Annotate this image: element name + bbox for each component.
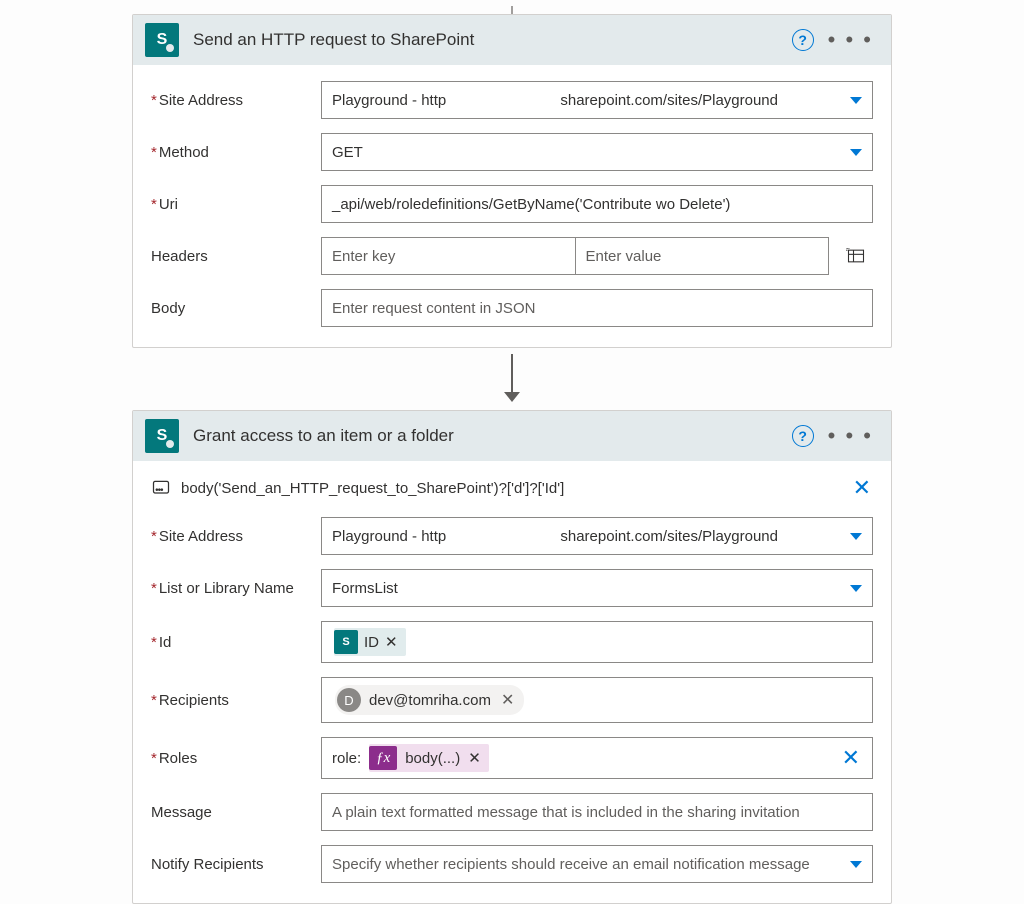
label-roles: *Roles bbox=[151, 750, 321, 767]
action-card-http-request: S Send an HTTP request to SharePoint ? •… bbox=[132, 14, 892, 348]
notify-dropdown[interactable]: Specify whether recipients should receiv… bbox=[321, 845, 873, 883]
card-header[interactable]: S Grant access to an item or a folder ? … bbox=[133, 411, 891, 461]
label-recipients: *Recipients bbox=[151, 692, 321, 709]
dynamic-content-token-id[interactable]: S ID ✕ bbox=[334, 628, 406, 656]
label-site-address: *Site Address bbox=[151, 92, 321, 109]
label-method: *Method bbox=[151, 144, 321, 161]
chevron-down-icon[interactable] bbox=[850, 533, 862, 540]
method-value: GET bbox=[332, 144, 363, 161]
chevron-down-icon[interactable] bbox=[850, 97, 862, 104]
label-body: Body bbox=[151, 300, 321, 317]
site-address-dropdown[interactable]: Playground - http sharepoint.com/sites/P… bbox=[321, 81, 873, 119]
remove-token-icon[interactable]: ✕ bbox=[385, 633, 398, 651]
action-card-grant-access: S Grant access to an item or a folder ? … bbox=[132, 410, 892, 904]
sharepoint-icon: S bbox=[145, 419, 179, 453]
site-address-value-left: Playground - http bbox=[332, 92, 446, 109]
remove-recipient-icon[interactable]: ✕ bbox=[501, 690, 514, 710]
help-icon[interactable]: ? bbox=[792, 425, 814, 447]
method-dropdown[interactable]: GET bbox=[321, 133, 873, 171]
roles-prefix-text: role: bbox=[332, 750, 361, 767]
sharepoint-icon: S bbox=[145, 23, 179, 57]
avatar: D bbox=[337, 688, 361, 712]
recipient-pill[interactable]: D dev@tomriha.com ✕ bbox=[335, 685, 524, 715]
card-title: Grant access to an item or a folder bbox=[193, 426, 792, 446]
expression-peek-icon bbox=[151, 478, 171, 498]
label-message: Message bbox=[151, 804, 321, 821]
card-header[interactable]: S Send an HTTP request to SharePoint ? •… bbox=[133, 15, 891, 65]
switch-to-text-mode-icon[interactable] bbox=[839, 239, 873, 273]
site-address-value-right: sharepoint.com/sites/Playground bbox=[560, 92, 850, 109]
roles-input[interactable]: role: ƒx body(...) ✕ ✕ bbox=[321, 737, 873, 779]
chevron-down-icon[interactable] bbox=[850, 585, 862, 592]
card-title: Send an HTTP request to SharePoint bbox=[193, 30, 792, 50]
uri-input[interactable]: _api/web/roledefinitions/GetByName('Cont… bbox=[321, 185, 873, 223]
close-icon[interactable]: ✕ bbox=[853, 475, 873, 501]
sharepoint-icon: S bbox=[334, 630, 358, 654]
body-input[interactable]: Enter request content in JSON bbox=[321, 289, 873, 327]
label-site-address: *Site Address bbox=[151, 528, 321, 545]
label-headers: Headers bbox=[151, 248, 321, 265]
clear-icon[interactable]: ✕ bbox=[842, 745, 862, 771]
fx-icon: ƒx bbox=[369, 746, 397, 770]
expression-peek-row: body('Send_an_HTTP_request_to_SharePoint… bbox=[133, 461, 891, 511]
site-address-dropdown[interactable]: Playground - http sharepoint.com/sites/P… bbox=[321, 517, 873, 555]
remove-token-icon[interactable]: ✕ bbox=[468, 749, 481, 767]
expression-peek-text: body('Send_an_HTTP_request_to_SharePoint… bbox=[181, 480, 853, 497]
more-menu-icon[interactable]: • • • bbox=[822, 27, 879, 53]
help-icon[interactable]: ? bbox=[792, 29, 814, 51]
chevron-down-icon[interactable] bbox=[850, 149, 862, 156]
id-input[interactable]: S ID ✕ bbox=[321, 621, 873, 663]
label-id: *Id bbox=[151, 634, 321, 651]
chevron-down-icon[interactable] bbox=[850, 861, 862, 868]
list-value: FormsList bbox=[332, 580, 398, 597]
header-value-input[interactable]: Enter value bbox=[575, 237, 830, 275]
site-address-value-left: Playground - http bbox=[332, 528, 446, 545]
recipients-input[interactable]: D dev@tomriha.com ✕ bbox=[321, 677, 873, 723]
expression-token[interactable]: ƒx body(...) ✕ bbox=[369, 744, 489, 772]
site-address-value-right: sharepoint.com/sites/Playground bbox=[560, 528, 850, 545]
message-input[interactable]: A plain text formatted message that is i… bbox=[321, 793, 873, 831]
uri-value: _api/web/roledefinitions/GetByName('Cont… bbox=[332, 196, 730, 213]
connector-stub-top bbox=[132, 6, 892, 14]
label-uri: *Uri bbox=[151, 196, 321, 213]
more-menu-icon[interactable]: • • • bbox=[822, 423, 879, 449]
header-key-input[interactable]: Enter key bbox=[321, 237, 575, 275]
label-list: *List or Library Name bbox=[151, 580, 321, 597]
label-notify: Notify Recipients bbox=[151, 856, 321, 873]
list-dropdown[interactable]: FormsList bbox=[321, 569, 873, 607]
connector-arrow bbox=[132, 354, 892, 402]
